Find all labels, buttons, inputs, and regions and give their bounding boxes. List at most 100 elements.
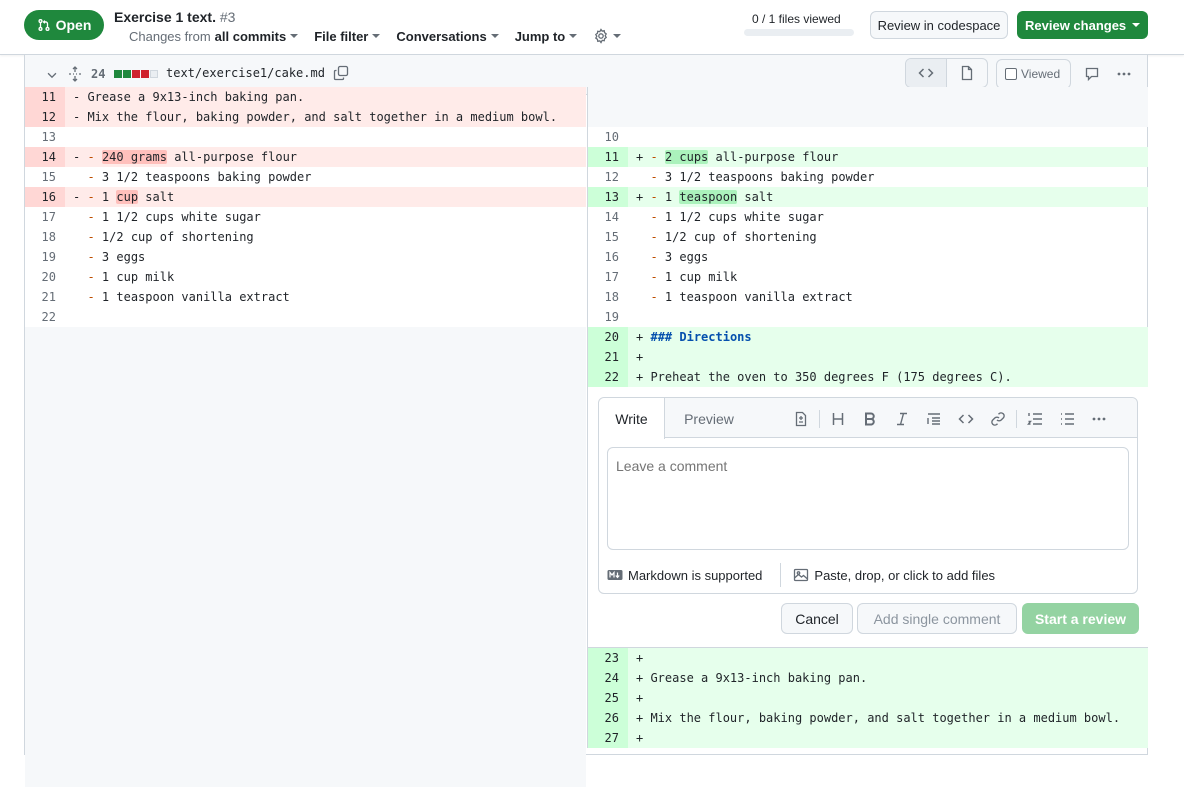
diff-row: 13 + - 1 teaspoon salt [588,187,1148,207]
line-number[interactable]: 12 [588,167,628,187]
review-changes-button[interactable]: Review changes [1017,11,1148,39]
line-code: - 1 cup milk [636,267,737,287]
caret-down-icon [490,34,499,38]
toolbar-divider [819,410,820,428]
markdown-supported-link[interactable]: Markdown is supported [607,568,762,583]
line-number[interactable]: 13 [588,187,628,207]
line-number[interactable]: 22 [588,367,628,387]
pr-toolbar: Changes from all commits File filter Conv… [129,28,622,44]
line-number[interactable]: 11 [588,147,628,167]
link-icon [991,412,1005,426]
code-icon [918,68,934,78]
line-number[interactable]: 19 [25,247,65,267]
suggestion-button[interactable] [785,411,817,427]
cancel-button[interactable]: Cancel [781,603,853,634]
chevron-down-icon[interactable] [45,68,59,82]
file-path[interactable]: text/exercise1/cake.md [166,66,325,80]
ordered-list-button[interactable] [1019,411,1051,427]
quote-button[interactable] [918,411,950,427]
line-code: - 1/2 cup of shortening [636,227,816,247]
review-in-codespace-button[interactable]: Review in codespace [870,11,1008,39]
more-options-button[interactable] [1083,411,1115,427]
addition-marker: + [636,691,644,705]
line-number[interactable]: 20 [588,327,628,347]
caret-down-icon [1132,23,1140,27]
settings-dropdown[interactable] [593,28,622,44]
file-filter-dropdown[interactable]: File filter [314,28,381,44]
line-code: + - 2 cups all-purpose flour [636,147,838,167]
viewed-checkbox[interactable] [1005,68,1017,80]
file-filter-label: File filter [314,28,369,44]
line-number[interactable]: 15 [588,227,628,247]
jump-to-dropdown[interactable]: Jump to [515,29,578,44]
copy-icon[interactable] [333,65,349,81]
line-number[interactable]: 11 [25,87,65,107]
conversations-dropdown[interactable]: Conversations [396,29,499,44]
line-code: + [636,688,643,708]
line-number[interactable]: 15 [25,167,65,187]
diff-row: 19 [588,307,1148,327]
line-number[interactable]: 24 [588,668,628,688]
changes-from-dropdown[interactable]: Changes from all commits [129,29,299,44]
diff-row: 17 - 1 cup milk [588,267,1148,287]
line-number[interactable]: 26 [588,708,628,728]
line-number[interactable]: 22 [25,307,65,327]
viewed-toggle[interactable]: Viewed [996,59,1071,89]
line-number[interactable]: 13 [25,127,65,147]
line-number[interactable]: 12 [25,107,65,127]
add-single-comment-button[interactable]: Add single comment [857,603,1017,634]
line-number[interactable]: 25 [588,688,628,708]
code-text: 3 1/2 teaspoons baking powder [657,170,875,184]
diff-row: 22 + Preheat the oven to 350 degrees F (1… [588,367,1148,387]
line-code [636,127,643,147]
code-text: 1 1/2 cups white sugar [94,210,261,224]
code-button[interactable] [950,411,982,427]
kebab-horizontal-icon[interactable] [1116,66,1132,82]
link-button[interactable] [982,411,1014,427]
diff-row: 15 - 3 1/2 teaspoons baking powder [25,167,586,187]
code-text: 3 1/2 teaspoons baking powder [94,170,312,184]
line-number[interactable]: 17 [25,207,65,227]
line-number[interactable]: 20 [25,267,65,287]
diff-row: 23 + [588,648,1148,668]
bold-button[interactable] [854,411,886,427]
tab-preview[interactable]: Preview [673,398,745,439]
attach-files-button[interactable]: Paste, drop, or click to add files [793,567,995,583]
rich-diff-button[interactable] [947,59,987,87]
line-number[interactable]: 14 [25,147,65,167]
unordered-list-button[interactable] [1051,411,1083,427]
diff-row: 18 - 1 teaspoon vanilla extract [588,287,1148,307]
line-number[interactable]: 19 [588,307,628,327]
line-number[interactable]: 17 [588,267,628,287]
list-unordered-icon [1061,413,1074,425]
line-number[interactable]: 21 [25,287,65,307]
line-number[interactable]: 16 [588,247,628,267]
bold-icon [865,412,875,426]
heading-button[interactable] [822,411,854,427]
line-number[interactable]: 23 [588,648,628,668]
comment-textarea[interactable] [607,447,1129,550]
files-viewed-count: 0 / 1 files viewed [752,12,841,26]
line-code [636,307,643,327]
line-number[interactable]: 18 [25,227,65,247]
view-toggle [905,58,988,88]
line-number[interactable]: 16 [25,187,65,207]
diff-right-side: 10 11 + - 2 cups all-purpose flour 12 - 3 … [587,87,1148,748]
line-number[interactable]: 10 [588,127,628,147]
source-diff-button[interactable] [906,59,947,87]
start-review-button[interactable]: Start a review [1022,603,1139,634]
line-number[interactable]: 18 [588,287,628,307]
code-text: Preheat the oven to 350 degrees F (175 d… [643,370,1012,384]
italic-button[interactable] [886,411,918,427]
code-token-mk: - [650,290,658,304]
line-number[interactable]: 14 [588,207,628,227]
diff-row: 10 [588,127,1148,147]
line-code: - 3 1/2 teaspoons baking powder [636,167,874,187]
line-number[interactable]: 27 [588,728,628,748]
unfold-icon[interactable] [67,66,83,82]
tab-write[interactable]: Write [599,398,665,439]
code-text: Mix the flour, baking powder, and salt t… [80,110,558,124]
line-number[interactable]: 21 [588,347,628,367]
comment-icon[interactable] [1084,66,1100,82]
line-code: + Mix the flour, baking powder, and salt… [636,708,1120,728]
